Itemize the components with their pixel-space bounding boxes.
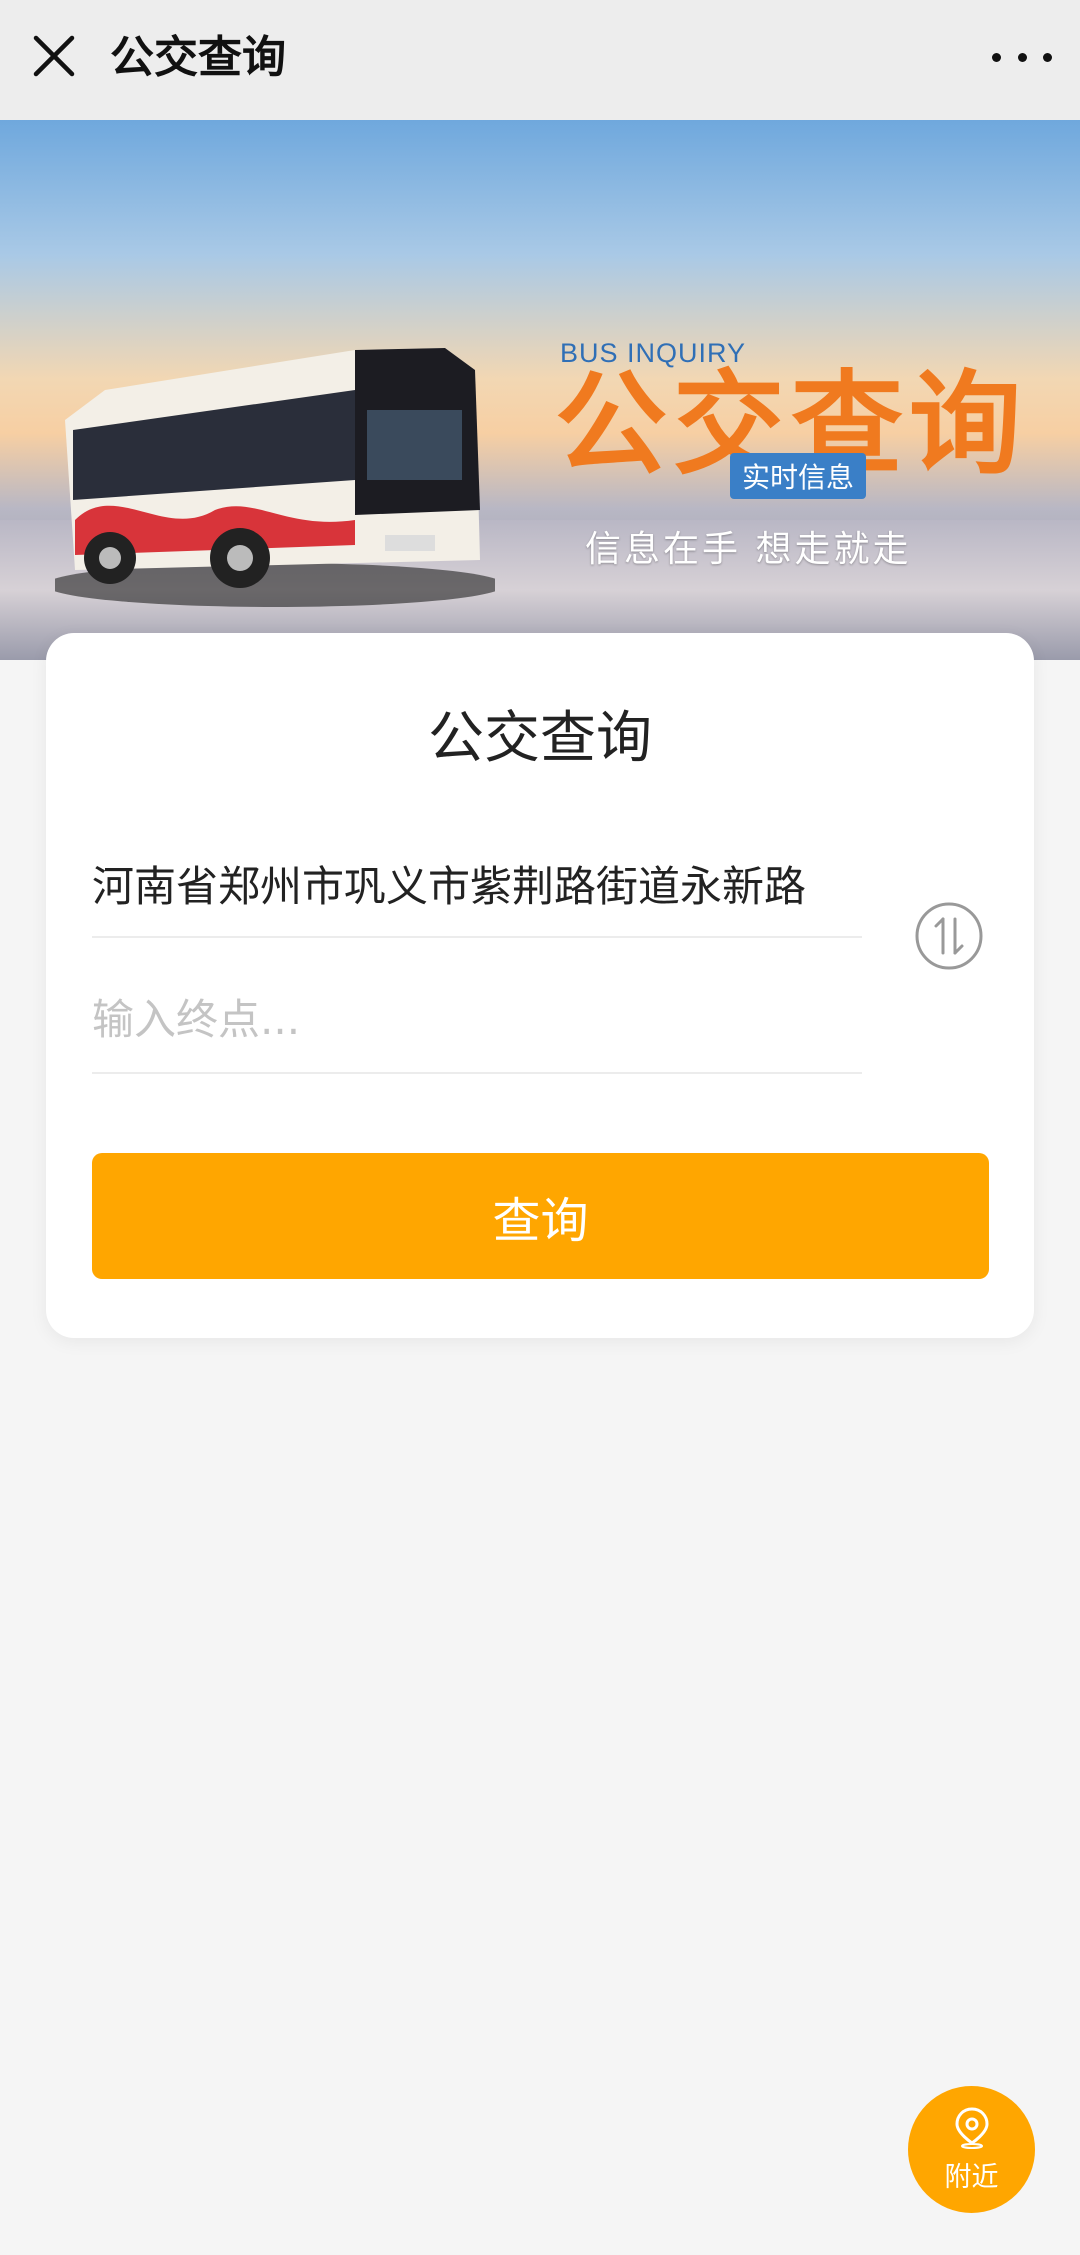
nearby-button[interactable]: 附近 — [908, 2086, 1035, 2213]
top-bar: 公交查询 — [0, 0, 1080, 120]
banner-slogan: 信息在手 想走就走 — [585, 529, 912, 570]
end-field — [92, 969, 862, 1074]
swap-arrows-icon — [915, 902, 983, 970]
close-button[interactable] — [28, 30, 80, 82]
more-button[interactable] — [992, 38, 1052, 76]
bus-illustration — [55, 348, 495, 607]
banner: BUS INQUIRY 公交查询 实时信息 信息在手 想走就走 — [0, 120, 1080, 660]
swap-button[interactable] — [914, 901, 984, 971]
query-card: 公交查询 查询 — [46, 633, 1034, 1338]
close-icon — [33, 35, 75, 77]
query-button[interactable]: 查询 — [92, 1153, 989, 1279]
start-field — [92, 833, 862, 938]
location-pin-icon — [954, 2107, 989, 2149]
nearby-label: 附近 — [944, 2162, 999, 2193]
page-title: 公交查询 — [110, 32, 286, 83]
banner-tag: 实时信息 — [730, 453, 867, 499]
end-input[interactable] — [92, 969, 862, 1069]
card-title: 公交查询 — [428, 706, 652, 771]
more-dots-icon — [992, 52, 1001, 62]
start-input[interactable] — [92, 833, 862, 933]
